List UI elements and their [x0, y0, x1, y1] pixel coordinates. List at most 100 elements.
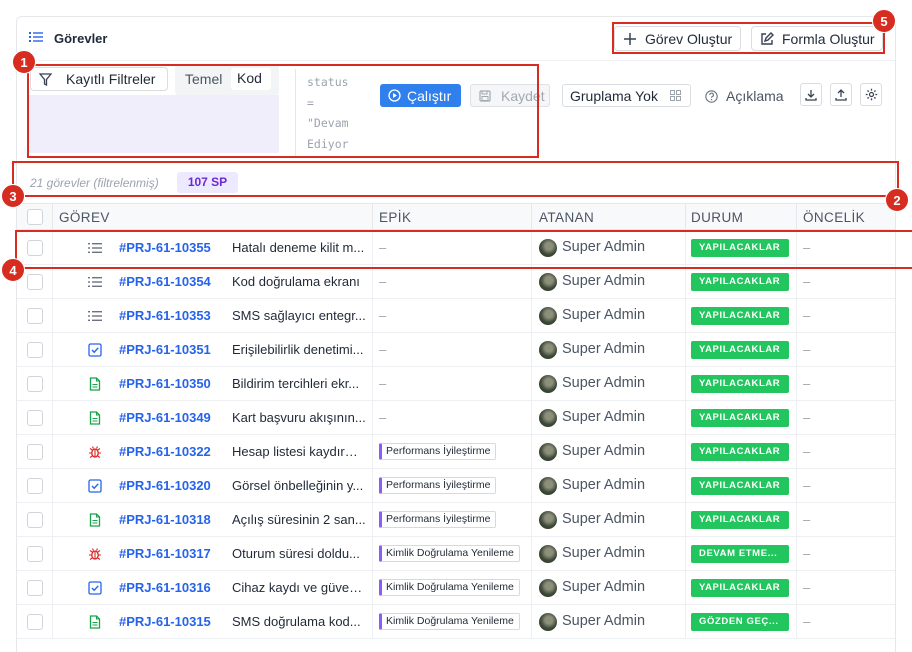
- status-badge[interactable]: YAPILACAKLAR: [691, 409, 789, 427]
- status-badge[interactable]: YAPILACAKLAR: [691, 511, 789, 529]
- run-query-button[interactable]: Çalıştır: [380, 84, 461, 107]
- row-checkbox[interactable]: [27, 342, 43, 358]
- settings-button[interactable]: [860, 83, 882, 106]
- table-row[interactable]: #PRJ-61-10353 SMS sağlayıcı entegr... – …: [17, 299, 895, 333]
- table-row[interactable]: #PRJ-61-10354 Kod doğrulama ekranı – Sup…: [17, 265, 895, 299]
- row-checkbox[interactable]: [27, 478, 43, 494]
- mode-basic-tab[interactable]: Temel: [185, 71, 222, 87]
- task-key-link[interactable]: #PRJ-61-10320: [119, 478, 211, 493]
- download-button[interactable]: [800, 83, 822, 106]
- task-title[interactable]: Oturum süresi doldu...: [232, 546, 366, 561]
- assignee-name: Super Admin: [562, 511, 646, 527]
- table-row[interactable]: #PRJ-61-10317 Oturum süresi doldu... Kim…: [17, 537, 895, 571]
- question-circle-icon: [705, 89, 718, 103]
- story-doc-icon: [88, 513, 102, 527]
- task-key-link[interactable]: #PRJ-61-10350: [119, 376, 211, 391]
- annotation-number-5: 5: [872, 9, 896, 33]
- epic-tag[interactable]: Kimlik Doğrulama Yenileme: [379, 545, 520, 562]
- create-form-button[interactable]: Formla Oluştur: [751, 26, 883, 51]
- column-priority[interactable]: ÖNCELİK: [803, 210, 865, 225]
- task-title[interactable]: Hatalı deneme kilit m...: [232, 240, 366, 255]
- task-key-link[interactable]: #PRJ-61-10318: [119, 512, 211, 527]
- table-row[interactable]: #PRJ-61-10349 Kart başvuru akışının... –…: [17, 401, 895, 435]
- row-checkbox[interactable]: [27, 308, 43, 324]
- mode-code-tab[interactable]: Kod: [231, 68, 271, 90]
- column-assignee[interactable]: ATANAN: [539, 210, 594, 225]
- upload-button[interactable]: [830, 83, 852, 106]
- table-row[interactable]: #PRJ-61-10351 Erişilebilirlik denetimi..…: [17, 333, 895, 367]
- row-checkbox[interactable]: [27, 546, 43, 562]
- epic-tag[interactable]: Kimlik Doğrulama Yenileme: [379, 579, 520, 596]
- status-badge[interactable]: YAPILACAKLAR: [691, 375, 789, 393]
- column-task[interactable]: GÖREV: [59, 210, 110, 225]
- task-key-link[interactable]: #PRJ-61-10351: [119, 342, 211, 357]
- task-title[interactable]: Görsel önbelleğinin y...: [232, 478, 366, 493]
- task-title[interactable]: Erişilebilirlik denetimi...: [232, 342, 366, 357]
- status-badge[interactable]: YAPILACAKLAR: [691, 341, 789, 359]
- status-badge[interactable]: YAPILACAKLAR: [691, 477, 789, 495]
- list-icon: [88, 275, 102, 289]
- status-badge[interactable]: DEVAM ETME...: [691, 545, 789, 563]
- task-title[interactable]: Cihaz kaydı ve güven...: [232, 580, 366, 595]
- grouping-select[interactable]: Gruplama Yok: [562, 84, 691, 107]
- row-checkbox[interactable]: [27, 444, 43, 460]
- task-title[interactable]: SMS sağlayıcı entegr...: [232, 308, 366, 323]
- task-key-link[interactable]: #PRJ-61-10355: [119, 240, 211, 255]
- task-key-link[interactable]: #PRJ-61-10322: [119, 444, 211, 459]
- table-row[interactable]: #PRJ-61-10355 Hatalı deneme kilit m... –…: [17, 231, 895, 265]
- row-checkbox[interactable]: [27, 240, 43, 256]
- avatar: [539, 545, 557, 563]
- priority-value: –: [803, 546, 811, 561]
- task-key-link[interactable]: #PRJ-61-10353: [119, 308, 211, 323]
- table-header: GÖREV EPİK ATANAN DURUM ÖNCELİK: [17, 203, 895, 230]
- task-key-link[interactable]: #PRJ-61-10315: [119, 614, 211, 629]
- epic-tag[interactable]: Performans İyileştirme: [379, 511, 497, 528]
- help-link[interactable]: Açıklama: [705, 88, 784, 104]
- status-badge[interactable]: YAPILACAKLAR: [691, 443, 789, 461]
- status-badge[interactable]: GÖZDEN GEÇ...: [691, 613, 789, 631]
- task-title[interactable]: Kod doğrulama ekranı: [232, 274, 366, 289]
- table-row[interactable]: #PRJ-61-10316 Cihaz kaydı ve güven... Ki…: [17, 571, 895, 605]
- epic-tag[interactable]: Performans İyileştirme: [379, 443, 497, 460]
- row-checkbox[interactable]: [27, 376, 43, 392]
- select-all-checkbox[interactable]: [27, 209, 43, 225]
- epic-tag[interactable]: Kimlik Doğrulama Yenileme: [379, 613, 520, 630]
- results-summary: 21 görevler (filtrelenmiş) 107 SP: [17, 171, 895, 195]
- save-query-button[interactable]: Kaydet: [470, 84, 550, 107]
- task-key-link[interactable]: #PRJ-61-10316: [119, 580, 211, 595]
- saved-filters-button[interactable]: Kayıtlı Filtreler: [30, 67, 168, 91]
- row-checkbox[interactable]: [27, 614, 43, 630]
- avatar: [539, 341, 557, 359]
- gear-icon: [865, 88, 877, 101]
- status-badge[interactable]: YAPILACAKLAR: [691, 273, 789, 291]
- task-title[interactable]: Açılış süresinin 2 san...: [232, 512, 366, 527]
- task-key-link[interactable]: #PRJ-61-10354: [119, 274, 211, 289]
- row-checkbox[interactable]: [27, 580, 43, 596]
- list-icon: [29, 32, 43, 42]
- assignee-name: Super Admin: [562, 341, 646, 357]
- status-badge[interactable]: YAPILACAKLAR: [691, 239, 789, 257]
- task-title[interactable]: Bildirim tercihleri ekr...: [232, 376, 366, 391]
- task-title[interactable]: Hesap listesi kaydırm...: [232, 444, 366, 459]
- create-task-button[interactable]: Görev Oluştur: [614, 26, 741, 51]
- status-badge[interactable]: YAPILACAKLAR: [691, 307, 789, 325]
- status-badge[interactable]: YAPILACAKLAR: [691, 579, 789, 597]
- row-checkbox[interactable]: [27, 274, 43, 290]
- table-row[interactable]: #PRJ-61-10320 Görsel önbelleğinin y... P…: [17, 469, 895, 503]
- epic-tag[interactable]: Performans İyileştirme: [379, 477, 497, 494]
- column-status[interactable]: DURUM: [691, 210, 743, 225]
- column-epic[interactable]: EPİK: [379, 210, 411, 225]
- task-key-link[interactable]: #PRJ-61-10317: [119, 546, 211, 561]
- table-row[interactable]: #PRJ-61-10350 Bildirim tercihleri ekr...…: [17, 367, 895, 401]
- query-code-input[interactable]: status = "Devam Ediyor: [295, 69, 359, 157]
- table-row[interactable]: #PRJ-61-10322 Hesap listesi kaydırm... P…: [17, 435, 895, 469]
- task-title[interactable]: Kart başvuru akışının...: [232, 410, 366, 425]
- task-key-link[interactable]: #PRJ-61-10349: [119, 410, 211, 425]
- list-icon: [88, 241, 102, 255]
- row-checkbox[interactable]: [27, 410, 43, 426]
- task-title[interactable]: SMS doğrulama kod...: [232, 614, 366, 629]
- table-row[interactable]: #PRJ-61-10318 Açılış süresinin 2 san... …: [17, 503, 895, 537]
- saved-filters-label: Kayıtlı Filtreler: [66, 71, 156, 87]
- table-row[interactable]: #PRJ-61-10315 SMS doğrulama kod... Kimli…: [17, 605, 895, 639]
- row-checkbox[interactable]: [27, 512, 43, 528]
